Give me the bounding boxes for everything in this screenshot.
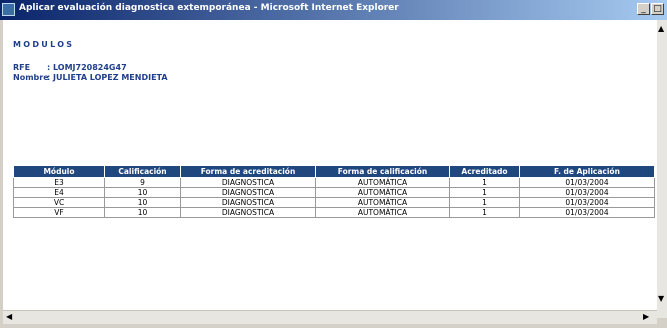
rfe-row: RFE : LOMJ720824G47 <box>13 63 127 72</box>
table-cell: DIAGNOSTICA <box>180 187 316 198</box>
scroll-right-icon[interactable]: ▶ <box>643 312 649 322</box>
table-cell: 9 <box>104 177 181 188</box>
column-header: Acreditado <box>449 165 520 178</box>
scroll-left-icon[interactable]: ◀ <box>6 312 12 322</box>
table-cell: E3 <box>13 177 105 188</box>
table-cell: AUTOMÁTICA <box>315 207 450 218</box>
table-cell: 1 <box>449 197 520 208</box>
nombre-row: Nombre: JULIETA LOPEZ MENDIETA <box>13 73 168 82</box>
minimize-button[interactable]: _ <box>637 3 650 15</box>
table-cell: AUTOMÁTICA <box>315 177 450 188</box>
table-cell: 10 <box>104 207 181 218</box>
minimize-icon: _ <box>641 4 646 14</box>
maximize-icon: □ <box>653 4 662 14</box>
window-title: Aplicar evaluación diagnostica extemporá… <box>19 3 399 13</box>
column-header: Forma de acreditación <box>180 165 316 178</box>
nombre-value: : JULIETA LOPEZ MENDIETA <box>47 73 168 82</box>
modules-table: Módulo Calificación Forma de acreditació… <box>13 165 655 218</box>
column-header: F. de Aplicación <box>519 165 655 178</box>
column-header: Calificación <box>104 165 181 178</box>
browser-window: Aplicar evaluación diagnostica extemporá… <box>0 0 667 328</box>
table-cell: AUTOMÁTICA <box>315 197 450 208</box>
table-cell: 01/03/2004 <box>519 187 655 198</box>
table-cell: DIAGNOSTICA <box>180 207 316 218</box>
table-cell: 10 <box>104 187 181 198</box>
table-row: VF 10 DIAGNOSTICA AUTOMÁTICA 1 01/03/200… <box>13 207 655 218</box>
horizontal-scrollbar[interactable]: ◀ ▶ <box>3 310 657 324</box>
table-cell: AUTOMÁTICA <box>315 187 450 198</box>
table-header-row: Módulo Calificación Forma de acreditació… <box>13 165 655 178</box>
vertical-scrollbar[interactable]: ▲ ▼ <box>657 20 667 318</box>
page-content: MODULOS RFE : LOMJ720824G47 Nombre: JULIE… <box>3 20 657 310</box>
table-cell: E4 <box>13 187 105 198</box>
table-cell: VF <box>13 207 105 218</box>
scroll-down-icon[interactable]: ▼ <box>658 294 664 304</box>
table-cell: 1 <box>449 207 520 218</box>
table-cell: 01/03/2004 <box>519 207 655 218</box>
table-row: E3 9 DIAGNOSTICA AUTOMÁTICA 1 01/03/2004 <box>13 177 655 188</box>
table-cell: 01/03/2004 <box>519 197 655 208</box>
rfe-label: RFE <box>13 63 31 72</box>
table-cell: 1 <box>449 177 520 188</box>
table-cell: 10 <box>104 197 181 208</box>
table-cell: DIAGNOSTICA <box>180 177 316 188</box>
rfe-value: : LOMJ720824G47 <box>47 63 127 72</box>
scroll-up-icon[interactable]: ▲ <box>658 24 664 34</box>
nombre-label: Nombre <box>13 73 49 82</box>
page-title: MODULOS <box>13 40 75 49</box>
table-cell: 01/03/2004 <box>519 177 655 188</box>
table-row: E4 10 DIAGNOSTICA AUTOMÁTICA 1 01/03/200… <box>13 187 655 198</box>
table-cell: 1 <box>449 187 520 198</box>
title-bar[interactable]: Aplicar evaluación diagnostica extemporá… <box>0 0 667 20</box>
table-cell: DIAGNOSTICA <box>180 197 316 208</box>
maximize-button[interactable]: □ <box>651 3 664 15</box>
column-header: Forma de calificación <box>315 165 450 178</box>
table-row: VC 10 DIAGNOSTICA AUTOMÁTICA 1 01/03/200… <box>13 197 655 208</box>
table-cell: VC <box>13 197 105 208</box>
column-header: Módulo <box>13 165 105 178</box>
ie-page-icon <box>2 3 15 16</box>
